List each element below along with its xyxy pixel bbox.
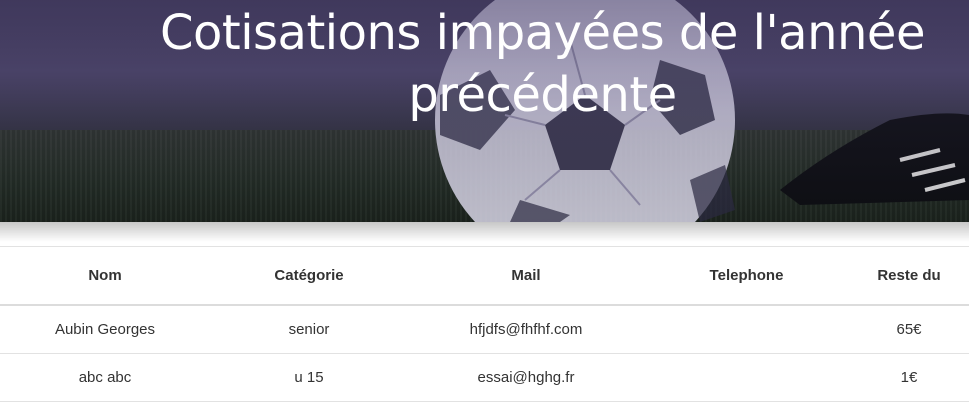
column-header-categorie[interactable]: Catégorie	[210, 247, 408, 306]
unpaid-dues-table-container: Nom Catégorie Mail Telephone Reste du Au…	[0, 246, 969, 402]
table-row: Aubin Georges senior hfjdfs@fhfhf.com 65…	[0, 305, 969, 354]
hero-shadow	[0, 222, 969, 242]
table-row: abc abc u 15 essai@hghg.fr 1€	[0, 353, 969, 402]
hero-banner: Cotisations impayées de l'année précéden…	[0, 0, 969, 222]
cell-categorie: u 15	[210, 353, 408, 402]
column-header-mail[interactable]: Mail	[408, 247, 644, 306]
table-header-row: Nom Catégorie Mail Telephone Reste du	[0, 247, 969, 306]
column-header-nom[interactable]: Nom	[0, 247, 210, 306]
unpaid-dues-table: Nom Catégorie Mail Telephone Reste du Au…	[0, 247, 969, 402]
page-title: Cotisations impayées de l'année précéden…	[160, 5, 926, 123]
cell-nom: abc abc	[0, 353, 210, 402]
cell-telephone	[644, 305, 849, 354]
cell-reste-du: 65€	[849, 305, 969, 354]
cell-nom: Aubin Georges	[0, 305, 210, 354]
cell-categorie: senior	[210, 305, 408, 354]
cell-telephone	[644, 353, 849, 402]
column-header-telephone[interactable]: Telephone	[644, 247, 849, 306]
column-header-reste-du[interactable]: Reste du	[849, 247, 969, 306]
cell-reste-du: 1€	[849, 353, 969, 402]
cell-mail: essai@hghg.fr	[408, 353, 644, 402]
cell-mail: hfjdfs@fhfhf.com	[408, 305, 644, 354]
